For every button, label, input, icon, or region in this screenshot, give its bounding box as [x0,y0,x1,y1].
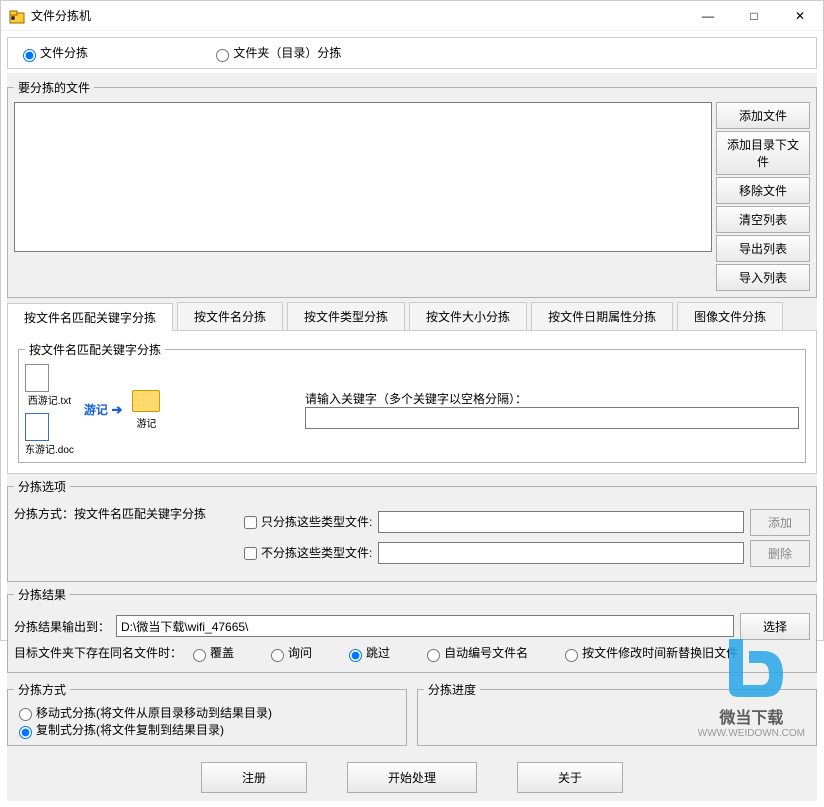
file-txt-icon [25,364,49,392]
exclude-types-check[interactable]: 不分拣这些类型文件: [240,544,372,563]
mode-folder-radio[interactable] [216,49,229,62]
about-button[interactable]: 关于 [517,762,623,793]
tab-keyword[interactable]: 按文件名匹配关键字分拣 [7,303,173,331]
mode-row: 文件分拣 文件夹（目录）分拣 [7,37,817,69]
mode-file-radio[interactable] [23,49,36,62]
del-type-button[interactable]: 删除 [750,540,810,567]
app-icon [9,8,25,24]
keyword-prompt: 请输入关键字（多个关键字以空格分隔）： [305,390,799,407]
mode-copy[interactable]: 复制式分拣(将文件复制到结果目录) [14,723,224,737]
keyword-input[interactable] [305,407,799,429]
options-legend: 分拣选项 [14,478,70,495]
files-legend: 要分拣的文件 [14,79,94,96]
exclude-types-input[interactable] [378,542,744,564]
clear-list-button[interactable]: 清空列表 [716,206,810,233]
mode-folder-sort[interactable]: 文件夹（目录）分拣 [211,46,341,60]
register-button[interactable]: 注册 [201,762,307,793]
import-list-button[interactable]: 导入列表 [716,264,810,291]
minimize-button[interactable]: — [685,1,731,31]
tabs: 按文件名匹配关键字分拣 按文件名分拣 按文件类型分拣 按文件大小分拣 按文件日期… [7,302,817,331]
result-legend: 分拣结果 [14,586,70,603]
dup-ask[interactable]: 询问 [266,644,312,662]
only-types-input[interactable] [378,511,744,533]
keyword-diagram: 西游记.txt 东游记.doc 游记 ➔ [25,364,305,456]
tab-filedate[interactable]: 按文件日期属性分拣 [531,302,673,330]
tab-image[interactable]: 图像文件分拣 [677,302,783,330]
dup-overwrite[interactable]: 覆盖 [188,644,234,662]
sort-method-label: 分拣方式：按文件名匹配关键字分拣 [14,505,234,522]
add-type-button[interactable]: 添加 [750,509,810,536]
progress-legend: 分拣进度 [424,681,480,698]
tab-content: 按文件名匹配关键字分拣 西游记.txt [7,331,817,474]
window-title: 文件分拣机 [31,7,685,24]
progress-area [424,704,810,738]
start-button[interactable]: 开始处理 [347,762,477,793]
close-button[interactable]: ✕ [777,1,823,31]
output-label: 分拣结果输出到： [14,618,110,635]
folder-icon [132,390,160,412]
titlebar: 文件分拣机 — □ ✕ [1,1,823,31]
maximize-button[interactable]: □ [731,1,777,31]
file-listbox[interactable] [14,102,712,252]
remove-file-button[interactable]: 移除文件 [716,177,810,204]
tab-filetype[interactable]: 按文件类型分拣 [287,302,405,330]
dup-label: 目标文件夹下存在同名文件时： [14,644,182,661]
mode-legend: 分拣方式 [14,681,70,698]
add-file-button[interactable]: 添加文件 [716,102,810,129]
tab-inner-legend: 按文件名匹配关键字分拣 [25,341,165,358]
tab-filesize[interactable]: 按文件大小分拣 [409,302,527,330]
dup-replace[interactable]: 按文件修改时间新替换旧文件 [560,644,738,662]
tab-filename[interactable]: 按文件名分拣 [177,302,283,330]
add-dir-button[interactable]: 添加目录下文件 [716,131,810,175]
select-path-button[interactable]: 选择 [740,613,810,640]
export-list-button[interactable]: 导出列表 [716,235,810,262]
file-doc-icon [25,413,49,441]
dup-skip[interactable]: 跳过 [344,644,390,662]
dup-autonum[interactable]: 自动编号文件名 [422,644,528,662]
arrow-icon: 游记 ➔ [84,401,123,418]
mode-move[interactable]: 移动式分拣(将文件从原目录移动到结果目录) [14,706,272,720]
output-path-input[interactable] [116,615,734,637]
only-types-check[interactable]: 只分拣这些类型文件: [240,513,372,532]
mode-file-sort[interactable]: 文件分拣 [18,46,88,60]
